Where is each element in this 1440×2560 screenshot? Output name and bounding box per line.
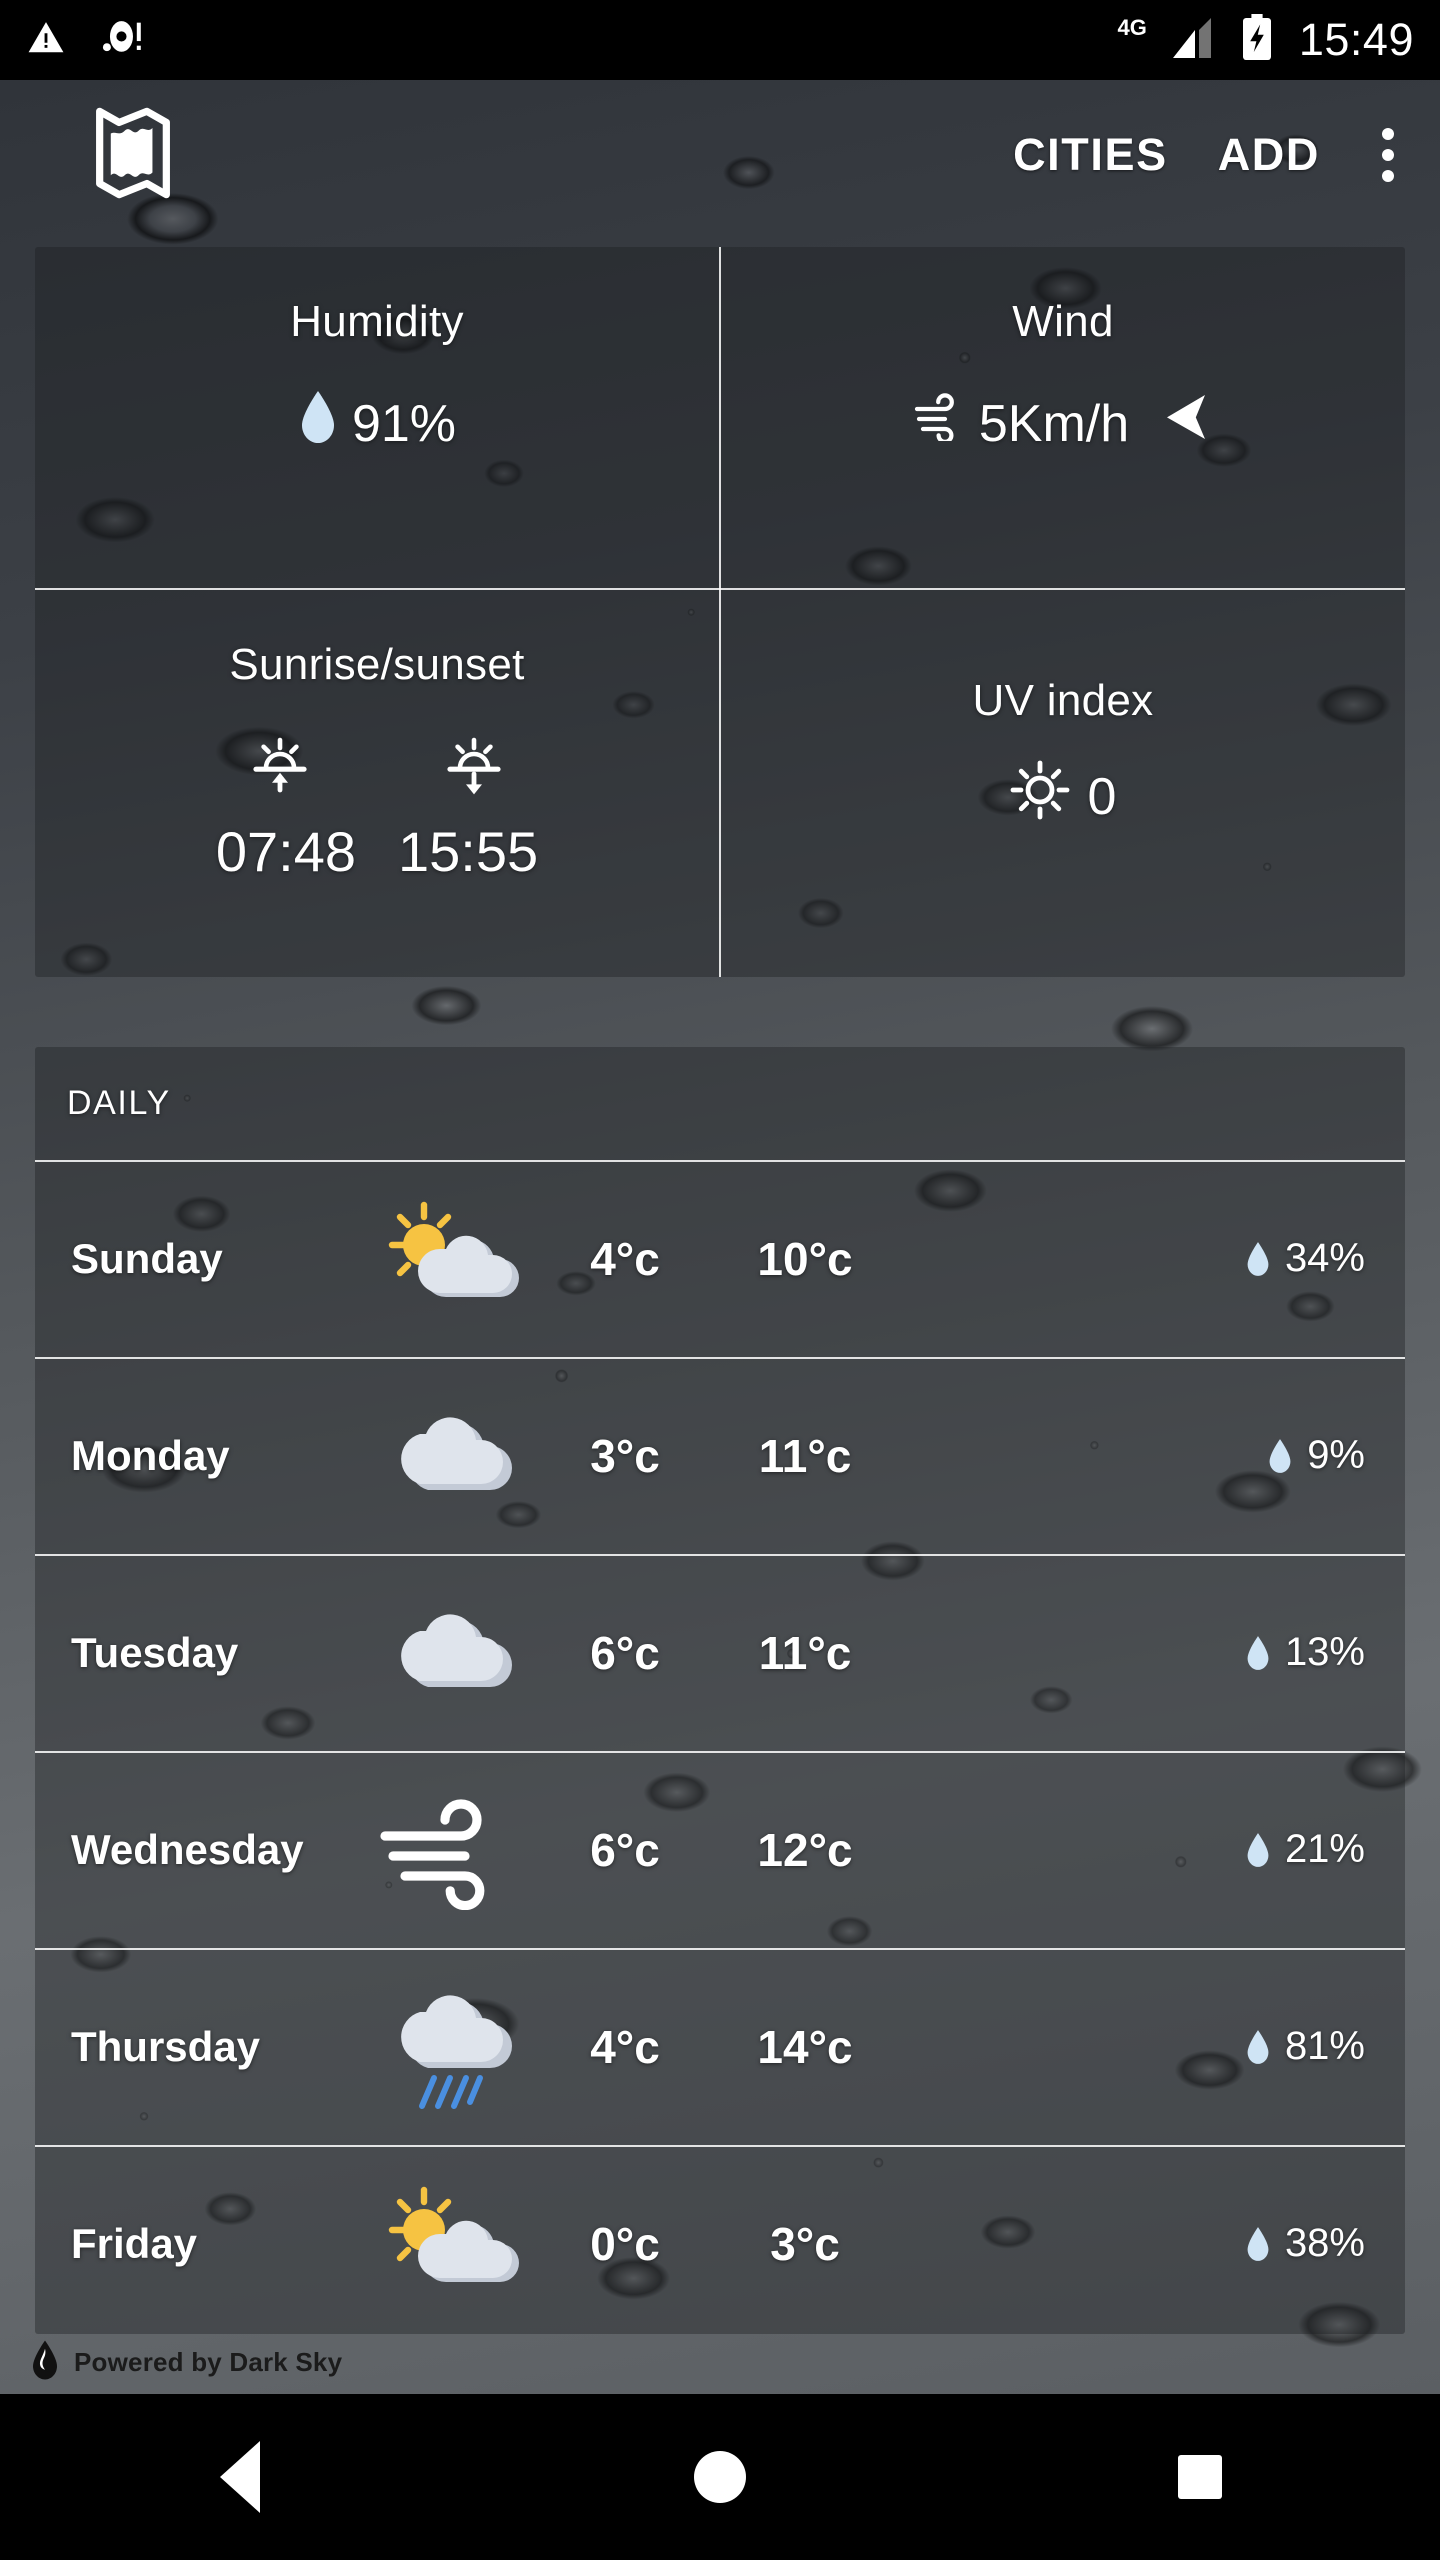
daily-row-monday[interactable]: Monday 3°c 11°c 9%: [35, 1357, 1405, 1554]
uv-index-title: UV index: [972, 676, 1154, 725]
sunset-icon: [438, 726, 510, 803]
daily-row-tuesday[interactable]: Tuesday 6°c 11°c 13%: [35, 1554, 1405, 1751]
daily-high-temp: 14°c: [757, 2020, 853, 2073]
dark-sky-logo-icon: [30, 2339, 60, 2386]
daily-precip-value: 38%: [1284, 2221, 1365, 2265]
daily-header: DAILY: [35, 1047, 1405, 1160]
uv-value-row: 0: [1010, 760, 1117, 833]
sun-icon: [1010, 760, 1070, 833]
home-circle-icon[interactable]: [640, 2417, 800, 2537]
overflow-menu-icon[interactable]: [1370, 118, 1406, 192]
back-triangle-icon[interactable]: [160, 2417, 320, 2537]
daily-precip-value: 21%: [1284, 1827, 1365, 1871]
daily-low-temp: 4°c: [590, 2020, 660, 2073]
battery-charging-icon: [1241, 13, 1273, 67]
daily-day-name: Tuesday: [71, 1628, 239, 1676]
sun-times-row: 07:48 15:55: [216, 819, 538, 884]
daily-precip: 13%: [1245, 1630, 1405, 1675]
status-bar: 4G 15:49: [0, 0, 1440, 80]
daily-day-name: Monday: [71, 1431, 230, 1479]
wind-card[interactable]: Wind 5Km/h: [721, 247, 1405, 588]
daily-precip: 9%: [1267, 1433, 1405, 1478]
daily-day-name: Sunday: [71, 1234, 223, 1282]
app-bar-actions: CITIES ADD: [1013, 118, 1406, 192]
daily-row-sunday[interactable]: Sunday 4°c 10°c 34%: [35, 1160, 1405, 1357]
daily-high-temp: 11°c: [758, 1429, 852, 1482]
water-drop-icon: [1247, 2029, 1269, 2064]
sunrise-icon: [244, 726, 316, 803]
rec-dot-icon: [100, 19, 146, 62]
humidity-card[interactable]: Humidity 91%: [35, 247, 719, 588]
daily-high-temp: 12°c: [757, 1823, 853, 1876]
daily-high-temp: 10°c: [757, 1232, 853, 1285]
sunrise-time: 07:48: [215, 820, 356, 883]
daily-day-name: Thursday: [71, 2022, 261, 2070]
daily-precip: 81%: [1245, 2024, 1405, 2069]
daily-precip-value: 13%: [1284, 1630, 1365, 1674]
sun-icons-row: [244, 726, 510, 803]
wind-title: Wind: [1012, 297, 1114, 346]
map-icon[interactable]: [90, 103, 176, 208]
partly-cloudy-icon: [365, 2184, 545, 2304]
app-bar: CITIES ADD: [0, 80, 1440, 230]
cloudy-icon: [365, 1593, 545, 1713]
daily-precip: 38%: [1245, 2221, 1405, 2266]
attribution-label: Powered by Dark Sky: [74, 2346, 343, 2377]
cities-button[interactable]: CITIES: [1013, 129, 1168, 181]
wind-direction-arrow-icon: [1157, 389, 1213, 458]
daily-precip: 34%: [1245, 1236, 1405, 1281]
windy-icon: [365, 1790, 545, 1910]
daily-low-temp: 6°c: [590, 1626, 660, 1679]
daily-row-thursday[interactable]: Thursday 4°c 14°c 81%: [35, 1948, 1405, 2145]
water-drop-icon: [1247, 2226, 1269, 2261]
sunrise-sunset-title: Sunrise/sunset: [229, 640, 525, 689]
daily-low-temp: 4°c: [590, 1232, 660, 1285]
daily-high-temp: 11°c: [758, 1626, 852, 1679]
recents-square-icon[interactable]: [1120, 2417, 1280, 2537]
wind-value: 5Km/h: [978, 394, 1130, 453]
sunset-time: 15:55: [398, 820, 539, 883]
water-drop-icon: [1247, 1635, 1269, 1670]
status-bar-left-icons: [0, 19, 146, 62]
status-bar-right-icons: 4G 15:49: [1117, 13, 1440, 67]
water-drop-icon: [298, 389, 338, 458]
daily-forecast-panel: DAILY Sunday 4°c 10°c 34% Monday 3°c 11°…: [35, 1047, 1405, 2334]
daily-precip: 21%: [1245, 1827, 1405, 1872]
warning-triangle-icon: [26, 19, 66, 62]
humidity-title: Humidity: [290, 297, 464, 346]
current-conditions-panel: Humidity 91% Wind 5Km/h Sunrise/sunset 0…: [35, 247, 1405, 977]
signal-bars-icon: [1167, 16, 1215, 65]
daily-row-wednesday[interactable]: Wednesday 6°c 12°c 21%: [35, 1751, 1405, 1948]
network-type-label: 4G: [1117, 15, 1147, 40]
phone-screen: 4G 15:49 CITIES ADD Humidity 91% Wind 5K…: [0, 0, 1440, 2560]
daily-row-friday[interactable]: Friday 0°c 3°c 38%: [35, 2145, 1405, 2342]
daily-day-name: Friday: [71, 2219, 198, 2267]
uv-index-card[interactable]: UV index 0: [721, 590, 1405, 977]
daily-low-temp: 0°c: [590, 2217, 660, 2270]
sunrise-sunset-card[interactable]: Sunrise/sunset 07:48 15:55: [35, 590, 719, 977]
humidity-value: 91%: [351, 394, 457, 453]
partly-cloudy-icon: [365, 1199, 545, 1319]
daily-high-temp: 3°c: [770, 2217, 840, 2270]
humidity-value-row: 91%: [298, 389, 456, 458]
android-navigation-bar: [0, 2394, 1440, 2560]
water-drop-icon: [1247, 1832, 1269, 1867]
cloudy-icon: [365, 1396, 545, 1516]
add-button[interactable]: ADD: [1218, 129, 1320, 181]
daily-header-label: DAILY: [67, 1084, 171, 1122]
daily-precip-value: 81%: [1284, 2024, 1365, 2068]
rain-icon: [365, 1982, 545, 2112]
uv-index-value: 0: [1087, 767, 1117, 826]
water-drop-icon: [1247, 1241, 1269, 1276]
attribution-footer[interactable]: Powered by Dark Sky: [0, 2330, 1440, 2394]
daily-precip-value: 34%: [1284, 1236, 1365, 1280]
wind-icon: [913, 393, 969, 454]
wind-value-row: 5Km/h: [913, 389, 1213, 458]
status-bar-clock: 15:49: [1298, 14, 1414, 65]
daily-low-temp: 3°c: [590, 1429, 660, 1482]
daily-day-name: Wednesday: [71, 1825, 304, 1873]
water-drop-icon: [1269, 1438, 1291, 1473]
daily-low-temp: 6°c: [590, 1823, 660, 1876]
daily-precip-value: 9%: [1307, 1433, 1365, 1477]
